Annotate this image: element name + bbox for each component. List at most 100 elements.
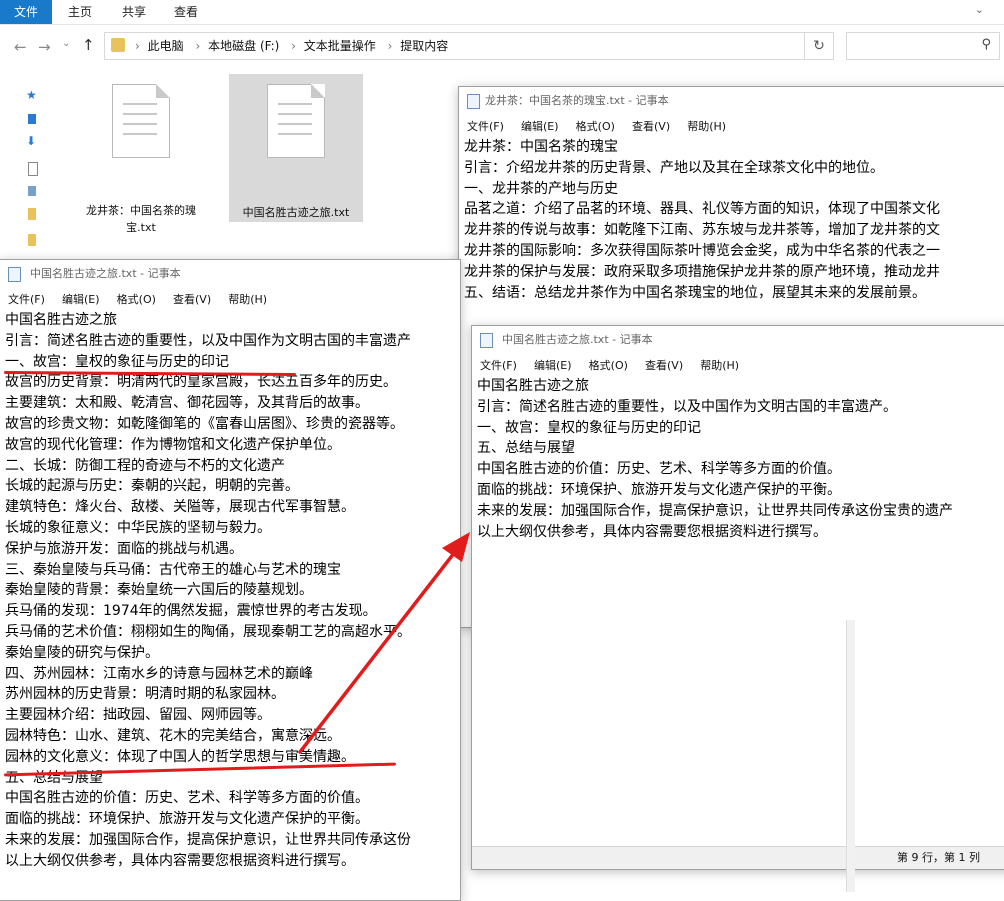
file-name: 中国名胜古迹之旅.txt <box>233 204 359 221</box>
arrow-right-icon[interactable]: → <box>38 38 51 56</box>
window-title: 中国名胜古迹之旅.txt - 记事本 <box>502 333 653 346</box>
text-line <box>123 133 157 135</box>
text-line: 未来的发展：加强国际合作，提高保护意识，让世界共同传承这份宝贵的遗产 <box>477 502 953 519</box>
text-line: 品茗之道：介绍了品茗的环境、器具、礼仪等方面的知识，体现了中国茶文化 <box>464 201 940 218</box>
text-line: 一、龙井茶的产地与历史 <box>464 180 618 197</box>
document-icon[interactable] <box>28 162 38 176</box>
menu-file[interactable]: 文件(F) <box>480 355 517 377</box>
vertical-scrollbar[interactable] <box>846 620 855 892</box>
text-line: 引言：简述名胜古迹的重要性，以及中国作为文明古国的丰富遗产 <box>5 332 411 349</box>
status-bar: 第 9 行，第 1 列 <box>472 846 1004 869</box>
menu-edit[interactable]: 编辑(E) <box>62 289 100 311</box>
menu-bar: 文件(F) 编辑(E) 格式(O) 查看(V) 帮助(H) <box>472 354 1004 376</box>
menu-bar: 文件(F) 编辑(E) 格式(O) 查看(V) 帮助(H) <box>0 288 460 310</box>
text-line: 龙井茶的传说与故事：如乾隆下江南、苏东坡与龙井茶等，增加了龙井茶的文 <box>464 222 940 239</box>
tab-file[interactable]: 文件 <box>0 0 52 24</box>
text-line: 五、总结与展望 <box>477 440 575 457</box>
text-line: 引言：介绍龙井茶的历史背景、产地以及其在全球茶文化中的地位。 <box>464 159 884 176</box>
title-bar[interactable]: 中国名胜古迹之旅.txt - 记事本 <box>0 260 460 288</box>
download-arrow-icon[interactable]: ⬇ <box>26 134 36 148</box>
search-input[interactable]: ⚲ <box>846 32 1000 60</box>
file-name-line: 中国名胜古迹之旅.txt <box>242 206 350 219</box>
refresh-icon[interactable]: ↻ <box>804 32 834 60</box>
tab-home[interactable]: 主页 <box>68 0 92 24</box>
picture-icon[interactable] <box>28 186 36 196</box>
text-line: 四、苏州园林：江南水乡的诗意与园林艺术的巅峰 <box>5 665 313 682</box>
text-line: 苏州园林的历史背景：明清时期的私家园林。 <box>5 686 285 703</box>
text-line <box>278 113 312 115</box>
title-bar[interactable]: 龙井茶：中国名茶的瑰宝.txt - 记事本 <box>459 87 1004 115</box>
breadcrumb-batch-folder[interactable]: 文本批量操作 <box>304 39 376 53</box>
file-item-mingsheng[interactable]: 中国名胜古迹之旅.txt <box>229 74 363 222</box>
text-line: 一、故宫：皇权的象征与历史的印记 <box>477 419 701 436</box>
text-line: 长城的象征意义：中华民族的坚韧与毅力。 <box>5 519 271 536</box>
menu-format[interactable]: 格式(O) <box>117 289 156 311</box>
tab-view[interactable]: 查看 <box>174 0 198 24</box>
menu-format[interactable]: 格式(O) <box>589 355 628 377</box>
text-line: 一、故宫：皇权的象征与历史的印记 <box>5 353 229 370</box>
menu-help[interactable]: 帮助(H) <box>687 116 726 138</box>
menu-view[interactable]: 查看(V) <box>632 116 670 138</box>
menu-format[interactable]: 格式(O) <box>576 116 615 138</box>
navigation-pane: ★ ⬇ <box>0 70 50 270</box>
menu-view[interactable]: 查看(V) <box>173 289 211 311</box>
address-bar[interactable]: › 此电脑 › 本地磁盘 (F:) › 文本批量操作 › 提取内容 <box>104 32 806 60</box>
title-bar[interactable]: 中国名胜古迹之旅.txt - 记事本 <box>472 326 1004 354</box>
text-line: 兵马俑的发现：1974年的偶然发掘，震惊世界的考古发现。 <box>5 603 377 620</box>
folder-icon[interactable] <box>28 208 36 220</box>
file-name-line: 宝.txt <box>126 221 156 234</box>
breadcrumb-extract-folder[interactable]: 提取内容 <box>400 39 448 53</box>
menu-view[interactable]: 查看(V) <box>645 355 683 377</box>
menu-help[interactable]: 帮助(H) <box>700 355 739 377</box>
text-line: 中国名胜古迹之旅 <box>5 312 117 328</box>
text-line <box>278 133 312 135</box>
arrow-left-icon[interactable]: ← <box>14 38 27 56</box>
window-title: 龙井茶：中国名茶的瑰宝.txt - 记事本 <box>485 94 669 107</box>
text-file-icon <box>112 84 170 158</box>
text-line: 秦始皇陵的研究与保护。 <box>5 644 159 661</box>
text-line: 龙井茶：中国名茶的瑰宝 <box>464 139 618 155</box>
text-line <box>123 103 157 105</box>
notepad-icon <box>467 94 480 109</box>
desktop-icon[interactable] <box>28 114 36 124</box>
text-line: 中国名胜古迹的价值：历史、艺术、科学等多方面的价值。 <box>5 790 369 807</box>
chevron-down-icon[interactable]: ⌄ <box>975 3 984 16</box>
text-line: 故宫的珍贵文物：如乾隆御笔的《富春山居图》、珍贵的瓷器等。 <box>5 415 404 432</box>
file-item-longjing[interactable]: 龙井茶：中国名茶的瑰 宝.txt <box>74 74 208 234</box>
arrow-up-icon[interactable]: ↑ <box>82 36 95 54</box>
text-line: 龙井茶的国际影响：多次获得国际茶叶博览会金奖，成为中华名茶的代表之一 <box>464 242 940 259</box>
search-icon: ⚲ <box>981 37 991 52</box>
breadcrumb-separator: › <box>291 39 296 53</box>
folder-icon <box>111 38 125 52</box>
breadcrumb-drive-f[interactable]: 本地磁盘 (F:) <box>208 39 279 53</box>
text-area[interactable]: 中国名胜古迹之旅引言：简述名胜古迹的重要性，以及中国作为文明古国的丰富遗产。 一、… <box>472 376 1004 847</box>
menu-edit[interactable]: 编辑(E) <box>534 355 572 377</box>
file-name: 龙井茶：中国名茶的瑰 宝.txt <box>78 202 204 236</box>
text-line: 保护与旅游开发：面临的挑战与机遇。 <box>5 540 243 557</box>
text-line: 面临的挑战：环境保护、旅游开发与文化遗产保护的平衡。 <box>5 811 369 828</box>
text-line: 引言：简述名胜古迹的重要性，以及中国作为文明古国的丰富遗产。 <box>477 398 897 415</box>
text-area[interactable]: 中国名胜古迹之旅引言：简述名胜古迹的重要性，以及中国作为文明古国的丰富遗产 一、故… <box>0 310 460 900</box>
notepad-icon <box>8 267 21 282</box>
quick-access-star-icon[interactable]: ★ <box>26 88 37 102</box>
tab-share[interactable]: 共享 <box>122 0 146 24</box>
text-line: 三、秦始皇陵与兵马俑：古代帝王的雄心与艺术的瑰宝 <box>5 561 341 578</box>
menu-file[interactable]: 文件(F) <box>467 116 504 138</box>
chevron-down-icon[interactable]: ⌄ <box>62 38 70 49</box>
folder-icon[interactable] <box>28 234 36 246</box>
breadcrumb-this-pc[interactable]: 此电脑 <box>148 39 184 53</box>
text-line: 秦始皇陵的背景：秦始皇统一六国后的陵墓规划。 <box>5 582 313 599</box>
text-line: 主要建筑：太和殿、乾清宫、御花园等，及其背后的故事。 <box>5 395 369 412</box>
text-line <box>278 123 312 125</box>
text-line: 中国名胜古迹的价值：历史、艺术、科学等多方面的价值。 <box>477 461 841 478</box>
text-line: 龙井茶的保护与发展：政府采取多项措施保护龙井茶的原产地环境，推动龙井 <box>464 263 940 280</box>
text-line: 主要园林介绍：拙政园、留园、网师园等。 <box>5 707 271 724</box>
text-line <box>123 113 157 115</box>
text-line: 以上大纲仅供参考，具体内容需要您根据资料进行撰写。 <box>477 523 827 540</box>
menu-file[interactable]: 文件(F) <box>8 289 45 311</box>
menu-help[interactable]: 帮助(H) <box>228 289 267 311</box>
menu-edit[interactable]: 编辑(E) <box>521 116 559 138</box>
text-line: 中国名胜古迹之旅 <box>477 378 589 394</box>
text-line: 兵马俑的艺术价值：栩栩如生的陶俑，展现秦朝工艺的高超水平。 <box>5 623 411 640</box>
breadcrumb-separator: › <box>135 39 140 53</box>
